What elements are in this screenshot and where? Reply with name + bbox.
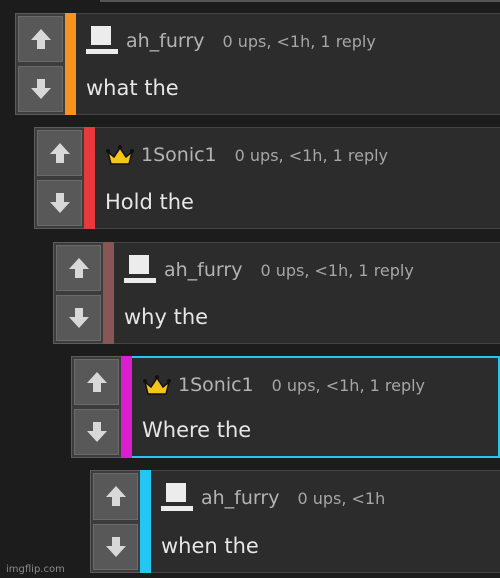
comment-text: when the [161, 534, 259, 558]
arrow-down-icon [86, 422, 107, 442]
comment-meta: 1Sonic1 0 ups, <1h, 1 reply [142, 366, 425, 404]
comment-body: ah_furry 0 ups, <1h when the [151, 470, 500, 573]
comment-body: ah_furry 0 ups, <1h, 1 reply why the [114, 242, 500, 344]
vote-controls [53, 242, 103, 344]
upvote-button[interactable] [56, 245, 101, 291]
arrow-down-icon [30, 79, 51, 99]
comment: 1Sonic1 0 ups, <1h, 1 reply Hold the [34, 127, 500, 229]
comment-meta: ah_furry 0 ups, <1h, 1 reply [124, 251, 414, 289]
vote-controls [71, 356, 121, 458]
thread-color-bar [121, 356, 132, 458]
user-avatar[interactable] [124, 255, 158, 285]
comment-stats: 0 ups, <1h, 1 reply [271, 375, 426, 395]
thread-color-bar [84, 127, 95, 229]
arrow-up-icon [86, 372, 107, 392]
upvote-button[interactable] [74, 359, 119, 405]
user-avatar[interactable] [161, 483, 195, 513]
crown-icon[interactable] [142, 370, 172, 400]
crown-icon[interactable] [105, 140, 135, 170]
comment-text: Where the [142, 418, 252, 442]
comment-stats: 0 ups, <1h [297, 488, 386, 508]
vote-controls [15, 13, 65, 115]
downvote-button[interactable] [56, 295, 101, 341]
arrow-up-icon [30, 29, 51, 49]
comment-stats: 0 ups, <1h, 1 reply [260, 260, 414, 280]
arrow-up-icon [105, 486, 126, 507]
comment-meta: ah_furry 0 ups, <1h, 1 reply [86, 22, 376, 60]
downvote-button[interactable] [93, 523, 138, 570]
watermark: imgflip.com [6, 564, 65, 575]
comment-stats: 0 ups, <1h, 1 reply [234, 145, 389, 165]
comment-text: why the [124, 305, 209, 329]
username-link[interactable]: 1Sonic1 [141, 144, 217, 166]
downvote-button[interactable] [74, 409, 119, 455]
comment-meta: 1Sonic1 0 ups, <1h, 1 reply [105, 136, 388, 174]
comment-body: 1Sonic1 0 ups, <1h, 1 reply Where the [132, 356, 500, 458]
username-link[interactable]: ah_furry [201, 487, 279, 509]
thread-top-divider [100, 0, 500, 2]
user-avatar[interactable] [86, 26, 120, 56]
arrow-up-icon [49, 143, 70, 163]
thread-color-bar [140, 470, 151, 573]
username-link[interactable]: ah_furry [164, 259, 242, 281]
comment-body: ah_furry 0 ups, <1h, 1 reply what the [76, 13, 500, 115]
vote-controls [34, 127, 84, 229]
comment: 1Sonic1 0 ups, <1h, 1 reply Where the [71, 356, 500, 458]
comment-text: what the [86, 76, 179, 100]
downvote-button[interactable] [18, 66, 63, 112]
vote-controls [90, 470, 140, 573]
upvote-button[interactable] [37, 130, 82, 176]
comment-meta: ah_furry 0 ups, <1h [161, 479, 385, 517]
downvote-button[interactable] [37, 180, 82, 226]
thread-color-bar [103, 242, 114, 344]
upvote-button[interactable] [18, 16, 63, 62]
username-link[interactable]: 1Sonic1 [178, 374, 254, 396]
comment: ah_furry 0 ups, <1h when the [90, 470, 500, 573]
arrow-down-icon [105, 536, 126, 557]
upvote-button[interactable] [93, 473, 138, 520]
username-link[interactable]: ah_furry [126, 30, 204, 52]
comment-text: Hold the [105, 190, 194, 214]
comment-body: 1Sonic1 0 ups, <1h, 1 reply Hold the [95, 127, 500, 229]
comment-stats: 0 ups, <1h, 1 reply [222, 31, 376, 51]
comment: ah_furry 0 ups, <1h, 1 reply what the [15, 13, 500, 115]
thread-color-bar [65, 13, 76, 115]
arrow-up-icon [68, 258, 89, 278]
arrow-down-icon [49, 193, 70, 213]
arrow-down-icon [68, 308, 89, 328]
comment: ah_furry 0 ups, <1h, 1 reply why the [53, 242, 500, 344]
